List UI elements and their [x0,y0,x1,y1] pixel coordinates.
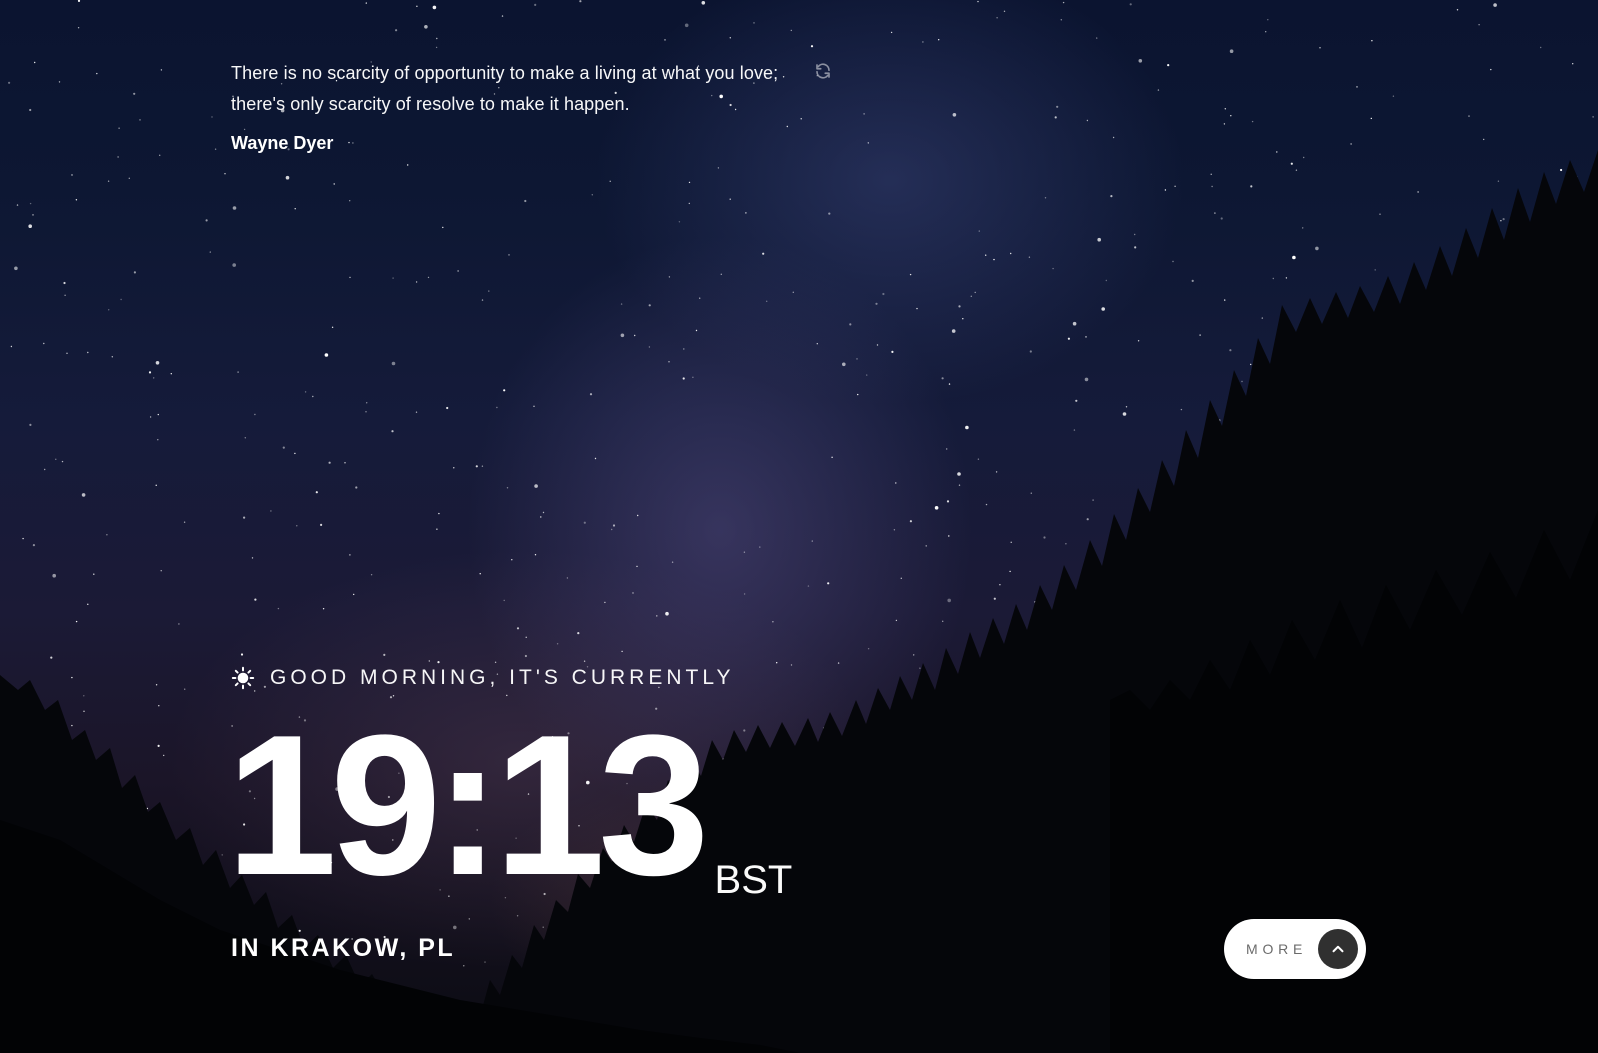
timezone-abbreviation: BST [714,858,793,902]
greeting-text: GOOD MORNING, IT'S CURRENTLY [270,666,735,689]
location-text: IN KRAKOW, PL [231,934,456,962]
quote-block: There is no scarcity of opportunity to m… [231,58,851,154]
refresh-quote-button[interactable] [812,62,834,84]
quote-author: Wayne Dyer [231,133,334,153]
clock-app: There is no scarcity of opportunity to m… [0,0,1598,1053]
time-row: 19:13 BST [226,706,792,906]
more-button[interactable]: MORE [1224,919,1366,979]
current-time: 19:13 [226,694,710,917]
more-button-label: MORE [1246,941,1308,957]
chevron-up-icon[interactable] [1318,929,1358,969]
greeting-row: GOOD MORNING, IT'S CURRENTLY [231,666,734,690]
quote-text: There is no scarcity of opportunity to m… [231,63,779,114]
refresh-icon[interactable] [814,62,832,85]
sun-icon [231,666,255,690]
